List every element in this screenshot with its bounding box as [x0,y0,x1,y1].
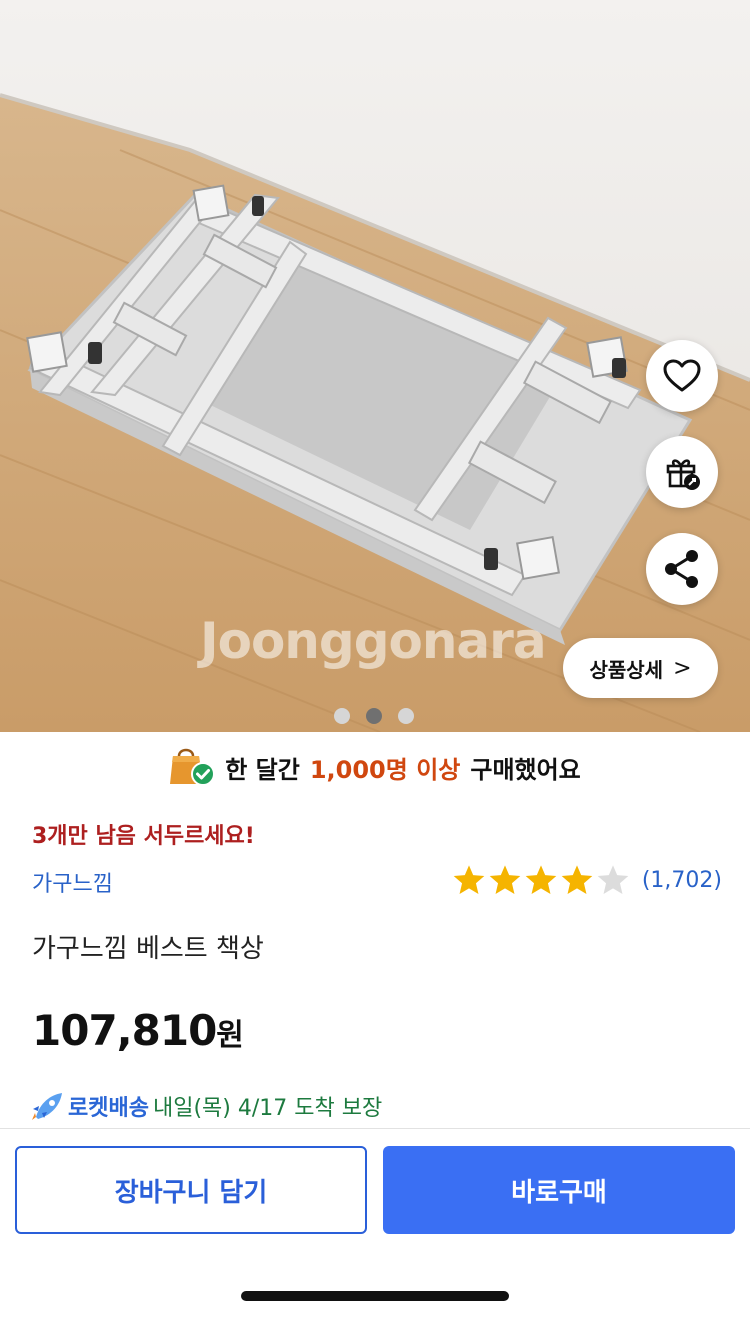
stock-warning: 3개만 남음 서두르세요! [32,824,255,849]
star-filled-icon [561,865,593,895]
add-to-cart-button[interactable]: 장바구니 담기 [15,1146,367,1234]
delivery-date: 내일(목) 4/17 도착 보장 [152,1096,383,1121]
brand-link[interactable]: 가구느낌 [32,866,113,898]
star-filled-icon [453,865,485,895]
divider [0,1128,750,1129]
rating-summary[interactable]: (1,702) [452,864,722,896]
carousel-dot-active[interactable] [366,708,382,724]
gift-icon [666,459,700,490]
product-image-carousel[interactable]: Joonggonara 상품상세 > [0,0,750,732]
star-filled-icon [525,865,557,895]
product-detail-button[interactable]: 상품상세 > [563,638,718,698]
carousel-dot[interactable] [334,708,350,724]
carousel-pagination [334,708,414,724]
wishlist-button[interactable] [646,340,718,412]
heart-icon [663,359,701,392]
rocket-delivery-label: 로켓배송 [68,1096,149,1121]
star-filled-icon [489,865,521,895]
price-amount: 107,810 [32,1006,217,1055]
star-empty-icon [597,865,629,895]
share-icon [665,550,698,588]
delivery-info: 로켓배송 내일(목) 4/17 도착 보장 [30,1090,382,1122]
review-count[interactable]: (1,702) [642,868,722,893]
carousel-dot[interactable] [398,708,414,724]
watermark: Joonggonara [200,612,547,670]
gift-button[interactable] [646,436,718,508]
home-indicator[interactable] [241,1291,509,1301]
chevron-right-icon: > [673,655,692,681]
price-unit: 원 [216,1018,244,1053]
product-price: 107,810원 [32,1006,244,1055]
buy-now-button[interactable]: 바로구매 [383,1146,735,1234]
product-detail-label: 상품상세 [589,657,664,682]
rocket-icon [32,1093,62,1120]
purchase-count-banner: 한 달간 1,000명 이상 구매했어요 [0,732,750,802]
shopping-bag-check-icon [170,748,216,786]
banner-highlight: 1,000명 이상 [309,755,461,784]
banner-prefix: 한 달간 [225,755,300,784]
banner-suffix: 구매했어요 [470,755,581,784]
share-button[interactable] [646,533,718,605]
product-title: 가구느낌 베스트 책상 [32,934,264,964]
